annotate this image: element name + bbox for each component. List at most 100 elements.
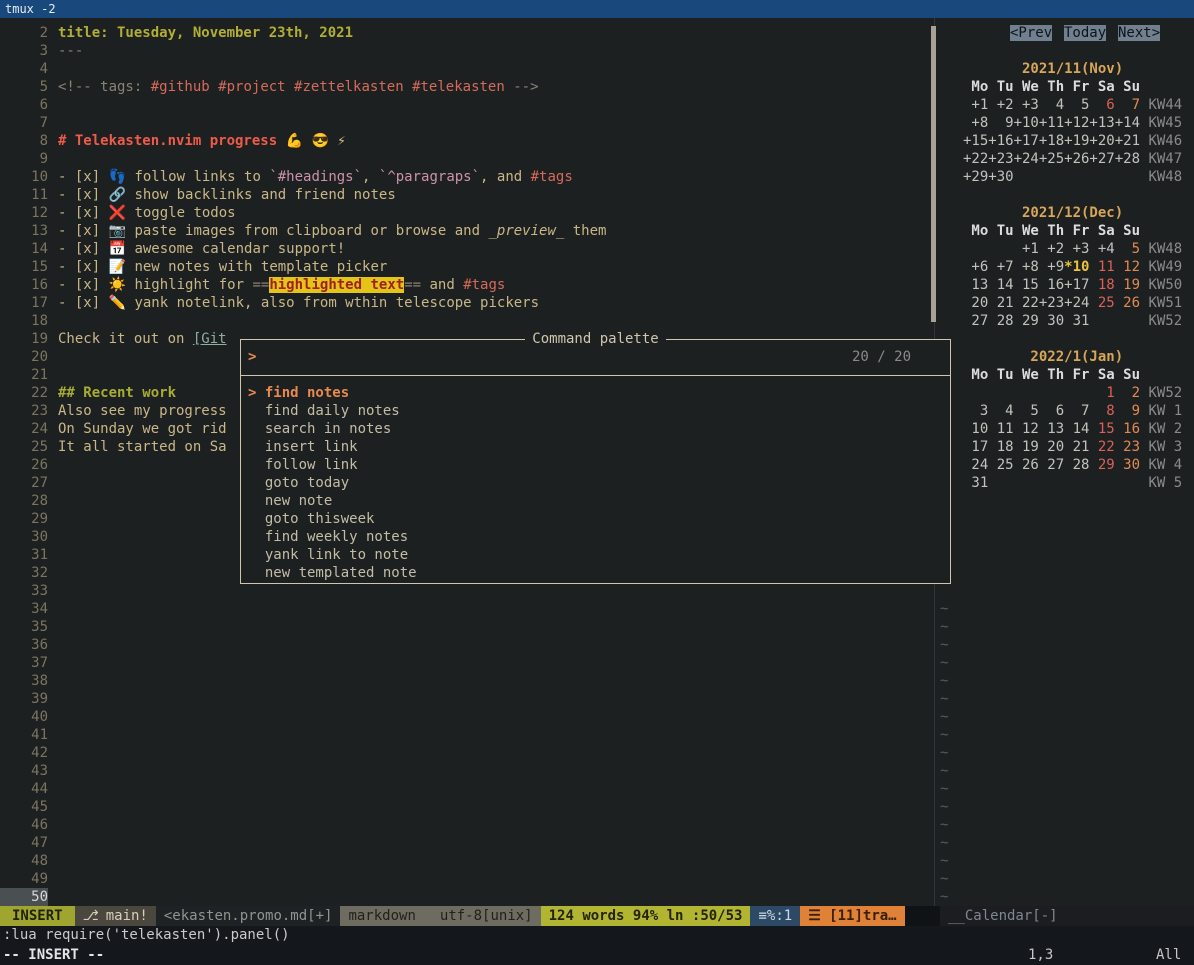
palette-item[interactable]: search in notes [248, 420, 417, 438]
palette-item[interactable]: new note [248, 492, 417, 510]
editor-line[interactable]: 14- [x] 📅 awesome calendar support! [0, 240, 345, 258]
calendar-next-button[interactable]: Next> [1118, 25, 1160, 41]
calendar-days[interactable]: 27 28 29 30 31 [963, 313, 1140, 329]
editor-line[interactable]: 31 [0, 546, 58, 564]
editor-line[interactable]: 22## Recent work [0, 384, 176, 402]
editor-line[interactable]: 10- [x] 👣 follow links to `#headings`, `… [0, 168, 573, 186]
calendar-days[interactable]: 6 [1089, 97, 1114, 113]
editor-line[interactable]: 16- [x] ☀️ highlight for ==highlighted t… [0, 276, 505, 294]
calendar-days[interactable]: 30 [1115, 457, 1140, 473]
calendar-days[interactable]: 7 [1115, 97, 1140, 113]
git-branch[interactable]: ⎇main! [75, 906, 156, 926]
calendar-days[interactable]: 24 25 26 27 28 [963, 457, 1089, 473]
buffer-tabs[interactable]: ☰ [11]tra… [800, 906, 904, 926]
calendar-days[interactable]: *10 [1064, 259, 1089, 275]
editor-line[interactable]: 39 [0, 690, 58, 708]
editor-line[interactable]: 30 [0, 528, 58, 546]
editor-line[interactable]: 13- [x] 📷 paste images from clipboard or… [0, 222, 606, 240]
calendar-days[interactable]: 2 [1115, 385, 1140, 401]
calendar-days[interactable]: 20 21 22+23+24 [963, 295, 1089, 311]
calendar-days[interactable]: 11 [1089, 259, 1114, 275]
calendar-days[interactable]: 15 [1089, 421, 1114, 437]
editor-line[interactable]: 15- [x] 📝 new notes with template picker [0, 258, 387, 276]
calendar-days[interactable]: +1 +2 +3 4 5 [963, 97, 1089, 113]
calendar-days[interactable]: 31 [963, 475, 1140, 491]
palette-item[interactable]: insert link [248, 438, 417, 456]
editor-line[interactable]: 28 [0, 492, 58, 510]
calendar-days[interactable]: +29+30 [963, 169, 1140, 185]
palette-item[interactable]: follow link [248, 456, 417, 474]
calendar-days[interactable]: 12 [1115, 259, 1140, 275]
editor-line[interactable]: 41 [0, 726, 58, 744]
editor-line[interactable]: 20 [0, 348, 58, 366]
calendar-days[interactable]: 19 [1115, 277, 1140, 293]
calendar-days[interactable]: 17 18 19 20 21 [963, 439, 1089, 455]
editor-line[interactable]: 25It all started on Sa [0, 438, 227, 456]
palette-item[interactable]: find weekly notes [248, 528, 417, 546]
editor-line[interactable]: 5<!-- tags: #github #project #zettelkast… [0, 78, 539, 96]
calendar-days[interactable]: +22+23+24+25+26+27+28 [963, 151, 1140, 167]
editor-line[interactable]: 37 [0, 654, 58, 672]
editor-line[interactable]: 4 [0, 60, 58, 78]
editor-line[interactable]: 23Also see my progress [0, 402, 227, 420]
palette-item[interactable]: find daily notes [248, 402, 417, 420]
calendar-days[interactable]: +6 +7 +8 +9 [963, 259, 1064, 275]
editor-line[interactable]: 2title: Tuesday, November 23th, 2021 [0, 24, 353, 42]
editor-line[interactable]: 43 [0, 762, 58, 780]
editor-line[interactable]: 18 [0, 312, 58, 330]
editor-line[interactable]: 29 [0, 510, 58, 528]
editor-line[interactable]: 44 [0, 780, 58, 798]
palette-item[interactable]: goto today [248, 474, 417, 492]
calendar-days[interactable]: 16 [1115, 421, 1140, 437]
calendar-days[interactable]: 5 [1115, 241, 1140, 257]
calendar-days[interactable]: 1 [1089, 385, 1114, 401]
calendar-days[interactable]: 9 [1115, 403, 1140, 419]
palette-item[interactable]: yank link to note [248, 546, 417, 564]
calendar-days[interactable]: 29 [1089, 457, 1114, 473]
editor-line[interactable]: 7 [0, 114, 58, 132]
editor-line[interactable]: 21 [0, 366, 58, 384]
calendar-days[interactable] [963, 385, 1089, 401]
editor-line[interactable]: 34 [0, 600, 58, 618]
calendar-days[interactable]: 3 4 5 6 7 [963, 403, 1089, 419]
calendar-days[interactable]: 26 [1115, 295, 1140, 311]
calendar-days[interactable]: +1 +2 +3 +4 [963, 241, 1115, 257]
editor-line[interactable]: 46 [0, 816, 58, 834]
palette-item[interactable]: goto thisweek [248, 510, 417, 528]
calendar-days[interactable]: 23 [1115, 439, 1140, 455]
editor-line[interactable]: 33 [0, 582, 58, 600]
editor-line[interactable]: 47 [0, 834, 58, 852]
editor-line[interactable]: 11- [x] 🔗 show backlinks and friend note… [0, 186, 396, 204]
editor-line[interactable]: 50 [0, 888, 58, 906]
editor-line[interactable]: 26 [0, 456, 58, 474]
command-line[interactable]: :lua require('telekasten').panel() [3, 926, 290, 944]
editor-line[interactable]: 38 [0, 672, 58, 690]
editor-line[interactable]: 19Check it out on [Git [0, 330, 227, 348]
calendar-days[interactable]: 22 [1089, 439, 1114, 455]
palette-item[interactable]: > find notes [248, 384, 417, 402]
scrollbar-thumb[interactable] [931, 26, 936, 322]
editor-line[interactable]: 32 [0, 564, 58, 582]
calendar-prev-button[interactable]: <Prev [1010, 25, 1052, 41]
editor-line[interactable]: 35 [0, 618, 58, 636]
editor-line[interactable]: 3--- [0, 42, 83, 60]
editor-line[interactable]: 8# Telekasten.nvim progress 💪 😎 ⚡ [0, 132, 346, 150]
file-name[interactable]: <ekasten.promo.md[+] [156, 906, 341, 926]
editor-line[interactable]: 49 [0, 870, 58, 888]
editor-line[interactable]: 48 [0, 852, 58, 870]
editor-line[interactable]: 17- [x] ✏️ yank notelink, also from wthi… [0, 294, 539, 312]
calendar-days[interactable]: +15+16+17+18+19+20+21 [963, 133, 1140, 149]
editor-line[interactable]: 40 [0, 708, 58, 726]
editor-line[interactable]: 45 [0, 798, 58, 816]
editor-line[interactable]: 42 [0, 744, 58, 762]
calendar-days[interactable]: 8 [1089, 403, 1114, 419]
editor-line[interactable]: 12- [x] ❌ toggle todos [0, 204, 236, 222]
editor-line[interactable]: 24On Sunday we got rid [0, 420, 227, 438]
editor-line[interactable]: 6 [0, 96, 58, 114]
calendar-days[interactable]: 10 11 12 13 14 [963, 421, 1089, 437]
palette-prompt[interactable]: > [248, 348, 256, 366]
editor-line[interactable]: 9 [0, 150, 58, 168]
calendar-days[interactable]: +8 9+10+11+12+13+14 [963, 115, 1140, 131]
calendar-days[interactable]: 13 14 15 16+17 [963, 277, 1089, 293]
editor-line[interactable]: 27 [0, 474, 58, 492]
